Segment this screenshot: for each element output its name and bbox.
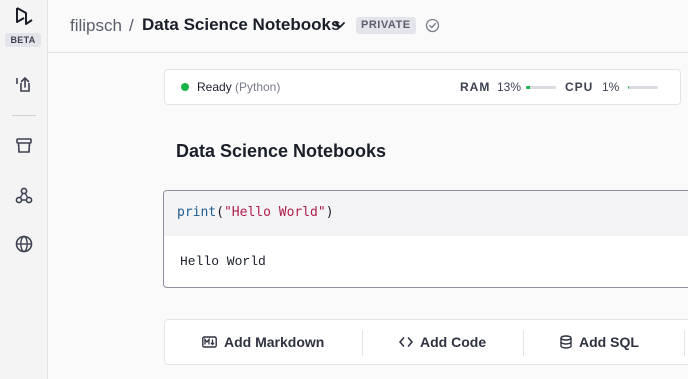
privacy-badge: PRIVATE <box>356 17 416 34</box>
datacamp-logo-icon[interactable] <box>14 6 34 26</box>
add-bar-divider <box>362 330 363 356</box>
kernel-state: Ready <box>197 80 232 94</box>
cpu-label: CPU <box>565 80 594 94</box>
breadcrumb-user[interactable]: filipsch <box>70 16 122 36</box>
kernel-language: (Python) <box>235 80 281 94</box>
chevron-down-icon[interactable] <box>334 19 346 31</box>
add-code-label: Add Code <box>420 334 487 350</box>
markdown-icon <box>202 336 217 348</box>
kernel-status-dot <box>181 83 189 91</box>
globe-icon <box>15 235 33 253</box>
notebook-heading[interactable]: Data Science Notebooks <box>176 141 386 162</box>
add-code-button[interactable]: Add Code <box>399 320 486 364</box>
code-icon <box>399 337 413 347</box>
header: filipsch / Data Science Notebooks PRIVAT… <box>48 0 688 53</box>
cell-output: Hello World <box>180 254 266 269</box>
ram-usage-bar <box>526 86 556 89</box>
beta-badge: BETA <box>5 33 41 47</box>
cpu-usage-bar <box>628 86 658 89</box>
upload-button[interactable] <box>12 73 36 97</box>
archive-button[interactable] <box>12 133 36 157</box>
code-cell[interactable]: print("Hello World") Hello World <box>163 190 688 288</box>
add-cell-bar: Add Markdown Add Code Add SQL <box>164 319 688 365</box>
ram-usage-fill <box>526 86 530 89</box>
add-bar-divider <box>523 330 524 356</box>
archive-icon <box>16 138 32 153</box>
left-rail: BETA <box>0 0 48 379</box>
publish-button[interactable] <box>12 232 36 256</box>
ram-label: RAM <box>460 80 491 94</box>
code-token-string: "Hello World" <box>223 205 326 220</box>
code-token-paren-open: ( <box>216 205 224 220</box>
code-token-function: print <box>177 205 217 220</box>
kernel-status-bar: Ready (Python) RAM 13% CPU 1% <box>164 69 681 105</box>
integrations-icon <box>15 187 33 204</box>
add-sql-label: Add SQL <box>579 334 639 350</box>
add-markdown-label: Add Markdown <box>224 334 325 350</box>
breadcrumb-separator: / <box>129 16 134 35</box>
upload-icon <box>16 76 30 92</box>
add-sql-button[interactable]: Add SQL <box>560 320 639 364</box>
code-token-paren-close: ) <box>325 205 334 220</box>
database-icon <box>560 335 572 349</box>
add-bar-divider <box>684 330 685 356</box>
add-markdown-button[interactable]: Add Markdown <box>202 320 324 364</box>
notebook-title-menu[interactable]: Data Science Notebooks <box>142 15 340 35</box>
verified-icon <box>425 18 440 33</box>
code-editor[interactable]: print("Hello World") <box>164 191 688 236</box>
cpu-value: 1% <box>602 80 620 94</box>
rail-divider <box>12 115 36 116</box>
integrations-button[interactable] <box>12 184 36 208</box>
ram-value: 13% <box>497 80 522 94</box>
